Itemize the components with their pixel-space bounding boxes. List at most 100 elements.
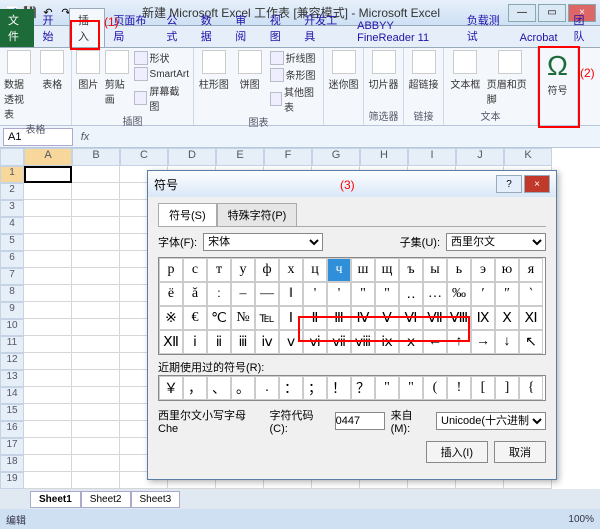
symbol-cell[interactable]: Ⅴ [375, 306, 399, 330]
recent-symbol-cell[interactable]: ： [279, 376, 303, 400]
col-header[interactable]: J [456, 148, 504, 166]
symbol-cell[interactable]: ‥ [399, 282, 423, 306]
recent-symbol-cell[interactable]: 。 [231, 376, 255, 400]
cell[interactable] [72, 370, 120, 387]
recent-symbol-cell[interactable]: 、 [207, 376, 231, 400]
col-header[interactable]: E [216, 148, 264, 166]
symbol-cell[interactable]: т [207, 258, 231, 282]
tab-acrobat[interactable]: Acrobat [512, 29, 566, 47]
symbol-cell[interactable]: щ [375, 258, 399, 282]
tab-home[interactable]: 开始 [34, 9, 68, 47]
symbol-cell[interactable]: № [231, 306, 255, 330]
recent-symbol-cell[interactable]: ! [447, 376, 471, 400]
row-header[interactable]: 19 [0, 472, 24, 489]
col-header[interactable]: H [360, 148, 408, 166]
cell[interactable] [72, 285, 120, 302]
symbol-cell[interactable]: ″ [495, 282, 519, 306]
symbol-cell[interactable]: ⅷ [351, 330, 375, 354]
cell[interactable] [24, 353, 72, 370]
col-header[interactable]: F [264, 148, 312, 166]
symbol-cell[interactable]: ℃ [207, 306, 231, 330]
columnchart-button[interactable]: 柱形图 [198, 50, 230, 91]
symbol-cell[interactable]: Ⅸ [471, 306, 495, 330]
cell[interactable] [24, 234, 72, 251]
font-select[interactable]: 宋体 [203, 233, 323, 251]
symbol-cell[interactable]: ⅳ [255, 330, 279, 354]
sheet-tab[interactable]: Sheet2 [81, 491, 131, 508]
from-select[interactable]: Unicode(十六进制) [436, 412, 546, 430]
symbol-cell[interactable]: Ⅲ [327, 306, 351, 330]
symbol-cell[interactable]: ⅴ [279, 330, 303, 354]
row-header[interactable]: 3 [0, 200, 24, 217]
symbol-cell[interactable]: ю [495, 258, 519, 282]
subset-select[interactable]: 西里尔文 [446, 233, 546, 251]
row-header[interactable]: 17 [0, 438, 24, 455]
recent-symbol-cell[interactable]: . [255, 376, 279, 400]
othercharts-button[interactable]: 其他图表 [270, 84, 319, 114]
row-header[interactable]: 5 [0, 234, 24, 251]
symbol-cell[interactable]: ː [207, 282, 231, 306]
cell[interactable] [72, 472, 120, 489]
row-header[interactable]: 10 [0, 319, 24, 336]
cell[interactable] [72, 319, 120, 336]
cancel-button[interactable]: 取消 [494, 441, 546, 463]
charcode-input[interactable] [335, 412, 385, 430]
cell[interactable] [72, 268, 120, 285]
symbol-cell[interactable]: ' [327, 282, 351, 306]
tab-abbyy[interactable]: ABBYY FineReader 11 [349, 17, 459, 47]
symbol-cell[interactable]: ↓ [495, 330, 519, 354]
recent-symbol-cell[interactable]: ] [495, 376, 519, 400]
cell[interactable] [72, 353, 120, 370]
col-header[interactable]: B [72, 148, 120, 166]
fx-icon[interactable]: fx [76, 131, 94, 143]
cell[interactable] [72, 404, 120, 421]
symbol-cell[interactable]: ь [447, 258, 471, 282]
symbol-cell[interactable]: ц [303, 258, 327, 282]
cell[interactable] [24, 370, 72, 387]
symbol-button[interactable]: Ω符号 [542, 50, 573, 97]
cell[interactable] [72, 251, 120, 268]
recent-symbol-cell[interactable]: { [519, 376, 543, 400]
hyperlink-button[interactable]: 超链接 [408, 50, 439, 91]
cell[interactable] [24, 302, 72, 319]
symbol-cell[interactable]: э [471, 258, 495, 282]
col-header[interactable]: D [168, 148, 216, 166]
cell[interactable] [72, 302, 120, 319]
piechart-button[interactable]: 饼图 [234, 50, 266, 91]
symbol-cell[interactable]: ч [327, 258, 351, 282]
clipart-button[interactable]: 剪贴画 [105, 50, 130, 106]
symbol-cell[interactable]: Ⅷ [447, 306, 471, 330]
row-header[interactable]: 1 [0, 166, 24, 183]
tab-formulas[interactable]: 公式 [158, 9, 192, 47]
tab-loadtest[interactable]: 负载测试 [459, 9, 512, 47]
symbol-cell[interactable]: Ⅻ [159, 330, 183, 354]
cell[interactable] [24, 285, 72, 302]
row-header[interactable]: 6 [0, 251, 24, 268]
recent-symbol-cell[interactable]: ， [183, 376, 207, 400]
symbol-cell[interactable]: Ⅱ [303, 306, 327, 330]
symbol-cell[interactable]: " [375, 282, 399, 306]
row-header[interactable]: 16 [0, 421, 24, 438]
col-header[interactable]: K [504, 148, 552, 166]
row-header[interactable]: 12 [0, 353, 24, 370]
slicer-button[interactable]: 切片器 [368, 50, 399, 91]
tab-view[interactable]: 视图 [262, 9, 296, 47]
cell[interactable] [24, 336, 72, 353]
cell[interactable] [24, 438, 72, 455]
symbol-cell[interactable]: ‰ [447, 282, 471, 306]
symbol-cell[interactable]: ⅸ [375, 330, 399, 354]
symbol-cell[interactable]: ′ [471, 282, 495, 306]
row-header[interactable]: 15 [0, 404, 24, 421]
symbol-cell[interactable]: – [231, 282, 255, 306]
shapes-button[interactable]: 形状 [134, 50, 189, 65]
row-header[interactable]: 8 [0, 285, 24, 302]
symbol-cell[interactable]: " [351, 282, 375, 306]
cell[interactable] [72, 183, 120, 200]
cell[interactable] [72, 217, 120, 234]
col-header[interactable]: I [408, 148, 456, 166]
cell[interactable] [72, 387, 120, 404]
headerfooter-button[interactable]: 页眉和页脚 [487, 50, 533, 106]
symbol-cell[interactable]: ⅰ [183, 330, 207, 354]
symbol-cell[interactable]: ↖ [519, 330, 543, 354]
cell[interactable] [24, 319, 72, 336]
